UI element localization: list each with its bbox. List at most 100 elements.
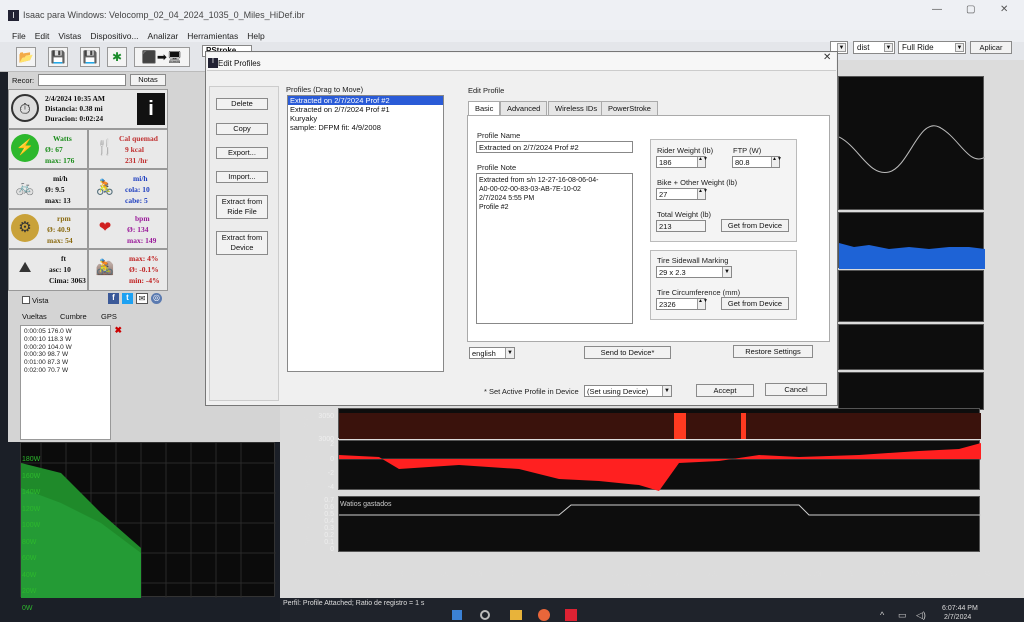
record-label: Recor: bbox=[12, 76, 35, 85]
facebook-icon[interactable]: f bbox=[108, 293, 119, 304]
cadence-box: ⚙ rpm Ø: 40.9 max: 54 bbox=[8, 209, 88, 249]
elevation-axis-label: Elevac bbox=[303, 412, 310, 434]
maximize-icon[interactable]: ▢ bbox=[966, 4, 975, 15]
network-icon[interactable]: ▭ bbox=[898, 610, 907, 621]
list-item[interactable]: 0:00:10 118.3 W bbox=[24, 336, 110, 344]
wind-tail: cola: 10 bbox=[125, 185, 150, 194]
tray-chevron-icon[interactable]: ^ bbox=[880, 610, 884, 620]
list-item[interactable]: 0:00:30 98.7 W bbox=[24, 351, 110, 359]
accept-button[interactable]: Accept bbox=[696, 384, 754, 397]
list-item[interactable]: 0:01:00 87.3 W bbox=[24, 359, 110, 367]
list-item[interactable]: 0:02:00 70.7 W bbox=[24, 367, 110, 375]
chevron-down-icon[interactable]: ▼ bbox=[505, 348, 514, 358]
chevron-down-icon[interactable]: ▼ bbox=[722, 267, 731, 277]
elevation-plot bbox=[338, 408, 981, 439]
dialog-close-icon[interactable]: ✕ bbox=[823, 52, 831, 63]
get-circ-from-device-button[interactable]: Get from Device bbox=[721, 297, 789, 310]
spinner-icon[interactable]: ▲▼ bbox=[697, 299, 708, 309]
cancel-button[interactable]: Cancel bbox=[765, 383, 827, 396]
power-curve-y-tick: 120W bbox=[22, 505, 41, 513]
menu-file[interactable]: File bbox=[12, 31, 26, 41]
menu-analyze[interactable]: Analizar bbox=[148, 31, 179, 41]
record-input[interactable] bbox=[38, 74, 126, 86]
lap-list[interactable]: 0:00:05 176.0 W 0:00:10 118.3 W 0:00:20 … bbox=[20, 325, 122, 440]
extract-device-button[interactable]: Extract from Device bbox=[216, 231, 268, 255]
ftp-input[interactable]: 80.8 ▲▼ bbox=[732, 156, 782, 168]
list-item[interactable]: Kuryaky bbox=[288, 114, 443, 123]
x-tick-label: 0 bbox=[338, 571, 342, 578]
tab-gps[interactable]: GPS bbox=[101, 312, 117, 321]
spinner-icon[interactable]: ▲▼ bbox=[697, 157, 708, 167]
active-profile-select[interactable]: (Set using Device) ▼ bbox=[584, 385, 672, 397]
search-icon[interactable] bbox=[480, 610, 490, 620]
bike-weight-label: Bike + Other Weight (lb) bbox=[657, 178, 738, 187]
tire-sidewall-select[interactable]: 29 x 2.3 ▼ bbox=[656, 266, 732, 278]
notes-button[interactable]: Notas bbox=[130, 74, 166, 86]
spinner-icon[interactable]: ▲▼ bbox=[697, 189, 708, 199]
close-laps-icon[interactable]: ✖ bbox=[114, 326, 122, 335]
ride-range-select[interactable]: Full Ride ▼ bbox=[898, 41, 966, 54]
tire-circ-input[interactable]: 2326 ▲▼ bbox=[656, 298, 708, 310]
chevron-down-icon[interactable]: ▼ bbox=[662, 386, 671, 396]
apply-button[interactable]: Aplicar bbox=[970, 41, 1012, 54]
view-checkbox[interactable] bbox=[22, 296, 30, 304]
tab-peaks[interactable]: Cumbre bbox=[60, 312, 87, 321]
cadence-title: rpm bbox=[57, 214, 71, 223]
app-icon-red[interactable] bbox=[565, 609, 577, 621]
grade-tick: 2 bbox=[330, 441, 334, 448]
web-icon[interactable]: ◎ bbox=[151, 293, 162, 304]
email-icon[interactable]: ✉ bbox=[136, 293, 148, 304]
grade-area bbox=[339, 443, 981, 491]
menu-device[interactable]: Dispositivo... bbox=[90, 31, 138, 41]
menu-views[interactable]: Vistas bbox=[58, 31, 81, 41]
minimize-icon[interactable]: — bbox=[932, 4, 942, 15]
save-icon[interactable]: 💾 bbox=[48, 47, 68, 67]
import-button[interactable]: Import... bbox=[216, 171, 268, 183]
close-icon[interactable]: ✕ bbox=[1000, 4, 1008, 15]
x-tick-label: 0.06 bbox=[434, 571, 449, 578]
bike-weight-input[interactable]: 27 ▲▼ bbox=[656, 188, 708, 200]
menu-tools[interactable]: Herramientas bbox=[187, 31, 238, 41]
list-item[interactable]: 0:00:20 104.0 W bbox=[24, 344, 110, 352]
clock-date[interactable]: 2/7/2024 bbox=[944, 614, 971, 621]
x-axis-select[interactable]: dist ▼ bbox=[853, 41, 895, 54]
spinner-icon[interactable]: ▲▼ bbox=[771, 157, 782, 167]
restore-settings-button[interactable]: Restore Settings bbox=[733, 345, 813, 358]
power-axis-label: Pendid (W) bbox=[305, 510, 312, 546]
list-item[interactable]: Extracted on 2/7/2024 Prof #1 bbox=[288, 105, 443, 114]
clock-time[interactable]: 6:07:44 PM bbox=[942, 605, 978, 612]
ride-range-value: Full Ride bbox=[902, 43, 934, 52]
total-weight-label: Total Weight (lb) bbox=[657, 210, 712, 219]
windows-start-icon[interactable] bbox=[452, 610, 462, 620]
power-curve-svg bbox=[21, 443, 276, 598]
profile-name-input[interactable]: Extracted on 2/7/2024 Prof #2 bbox=[476, 141, 633, 153]
tab-powerstroke[interactable]: PowerStroke bbox=[601, 101, 658, 115]
bluetooth-icon[interactable]: ✱ bbox=[107, 47, 127, 67]
tab-advanced[interactable]: Advanced bbox=[500, 101, 548, 115]
list-item[interactable]: 0:00:05 176.0 W bbox=[24, 328, 110, 336]
browser-icon[interactable] bbox=[538, 609, 550, 621]
send-to-device-button[interactable]: Send to Device* bbox=[584, 346, 671, 359]
upload-device-icon[interactable]: ⬛➡🖥 bbox=[134, 47, 190, 67]
save-as-icon[interactable]: 💾 bbox=[80, 47, 100, 67]
menu-edit[interactable]: Edit bbox=[35, 31, 50, 41]
language-select[interactable]: english ▼ bbox=[469, 347, 515, 359]
twitter-icon[interactable]: t bbox=[122, 293, 133, 304]
profile-note-textarea[interactable]: Extracted from s/n 12-27-16-08-06-04- A0… bbox=[476, 173, 633, 324]
menu-help[interactable]: Help bbox=[247, 31, 264, 41]
volume-icon[interactable]: ◁) bbox=[916, 610, 926, 621]
extract-ride-file-button[interactable]: Extract from Ride File bbox=[216, 195, 268, 219]
list-item[interactable]: sample: DFPM fit: 4/9/2008 bbox=[288, 123, 443, 132]
tab-laps[interactable]: Vueltas bbox=[22, 312, 47, 321]
get-weight-from-device-button[interactable]: Get from Device bbox=[721, 219, 789, 232]
profiles-list[interactable]: Extracted on 2/7/2024 Prof #2 Extracted … bbox=[287, 95, 444, 372]
tab-basic[interactable]: Basic bbox=[468, 101, 501, 115]
copy-button[interactable]: Copy bbox=[216, 123, 268, 135]
list-item[interactable]: Extracted on 2/7/2024 Prof #2 bbox=[288, 96, 443, 105]
rider-weight-input[interactable]: 186 ▲▼ bbox=[656, 156, 708, 168]
delete-button[interactable]: Delete bbox=[216, 98, 268, 110]
tab-wireless-ids[interactable]: Wireless IDs bbox=[548, 101, 605, 115]
open-folder-icon[interactable]: 📂 bbox=[16, 47, 36, 67]
export-button[interactable]: Export... bbox=[216, 147, 268, 159]
file-explorer-icon[interactable] bbox=[510, 610, 522, 620]
